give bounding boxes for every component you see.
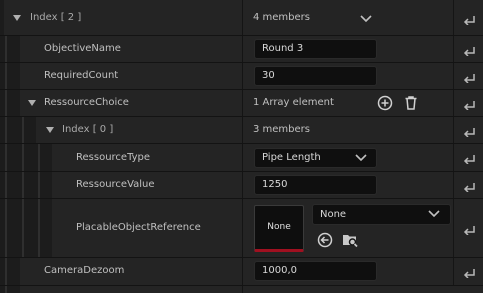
collapse-arrow-icon[interactable] xyxy=(46,127,54,133)
required-count-label: RequiredCount xyxy=(44,70,119,81)
trash-icon[interactable] xyxy=(403,95,419,111)
row-camera-dezoom: CameraDezoom 1000,0 xyxy=(0,258,483,286)
reset-to-default-icon[interactable] xyxy=(462,71,476,83)
index-0-member-count: 3 members xyxy=(253,124,310,135)
browse-to-asset-icon[interactable] xyxy=(342,232,358,248)
row-objective-name: ObjectiveName Round 3 xyxy=(0,36,483,63)
ressource-type-label: RessourceType xyxy=(76,152,151,163)
row-ressource-choice: RessourceChoice 1 Array element xyxy=(0,90,483,117)
chevron-down-icon xyxy=(428,210,440,218)
ressource-choice-count: 1 Array element xyxy=(253,97,334,108)
asset-thumbnail-label: None xyxy=(267,222,291,232)
asset-picker-value: None xyxy=(320,209,347,220)
reset-to-default-icon[interactable] xyxy=(462,98,476,110)
reset-to-default-icon[interactable] xyxy=(462,44,476,56)
ressource-type-dropdown[interactable]: Pipe Length xyxy=(254,148,377,168)
chevron-down-icon[interactable] xyxy=(360,15,372,23)
reset-to-default-icon[interactable] xyxy=(462,266,476,278)
placable-object-reference-label: PlacableObjectReference xyxy=(76,222,201,233)
ressource-value-label: RessourceValue xyxy=(76,179,155,190)
index-2-member-count: 4 members xyxy=(253,12,310,23)
reset-to-default-icon[interactable] xyxy=(462,13,476,25)
camera-dezoom-label: CameraDezoom xyxy=(44,265,125,276)
add-element-icon[interactable] xyxy=(377,95,393,111)
asset-thumbnail[interactable]: None xyxy=(254,205,304,252)
collapse-arrow-icon[interactable] xyxy=(28,100,36,106)
ressource-value-input[interactable]: 1250 xyxy=(254,175,377,195)
row-ressource-value: RessourceValue 1250 xyxy=(0,172,483,199)
chevron-down-icon xyxy=(355,154,367,162)
row-required-count: RequiredCount 30 xyxy=(0,63,483,90)
row-ressource-type: RessourceType Pipe Length xyxy=(0,144,483,172)
reset-to-default-icon[interactable] xyxy=(462,223,476,235)
ressource-type-value: Pipe Length xyxy=(262,152,321,163)
use-selected-asset-icon[interactable] xyxy=(317,232,333,248)
reset-to-default-icon[interactable] xyxy=(462,180,476,192)
reset-to-default-icon[interactable] xyxy=(462,125,476,137)
details-panel: Index [ 2 ] 4 members ObjectiveName Roun… xyxy=(0,0,483,293)
row-index-2: Index [ 2 ] 4 members xyxy=(0,0,483,36)
index-0-label: Index [ 0 ] xyxy=(62,124,114,135)
row-index-0: Index [ 0 ] 3 members xyxy=(0,117,483,144)
ressource-choice-label: RessourceChoice xyxy=(44,97,129,108)
asset-picker-dropdown[interactable]: None xyxy=(312,204,451,225)
reset-to-default-icon[interactable] xyxy=(462,152,476,164)
collapse-arrow-icon[interactable] xyxy=(13,15,21,21)
index-2-label: Index [ 2 ] xyxy=(30,12,82,23)
row-placable-object-reference: PlacableObjectReference None None xyxy=(0,199,483,258)
next-row-stub xyxy=(0,286,483,293)
objective-name-label: ObjectiveName xyxy=(44,43,121,54)
camera-dezoom-input[interactable]: 1000,0 xyxy=(254,261,377,281)
required-count-input[interactable]: 30 xyxy=(254,66,377,86)
objective-name-input[interactable]: Round 3 xyxy=(254,39,377,59)
